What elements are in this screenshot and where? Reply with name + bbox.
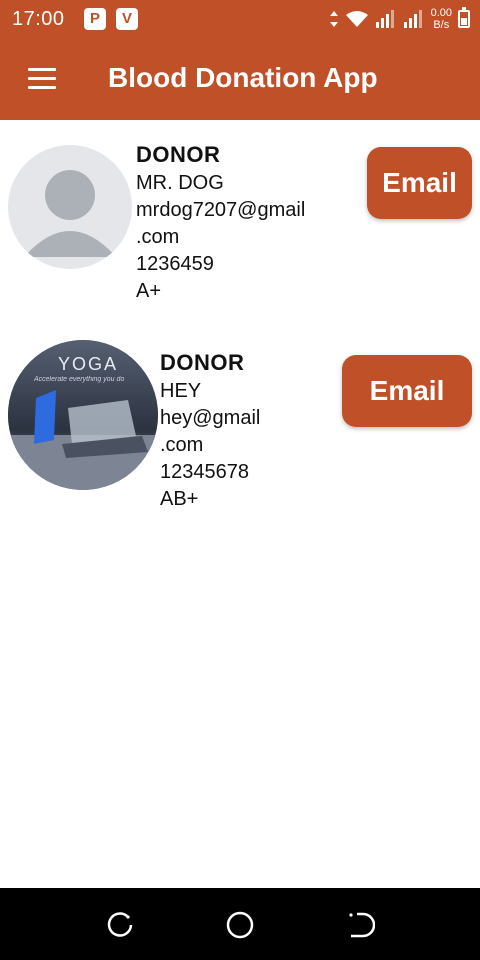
donor-name: MR. DOG <box>136 172 224 194</box>
default-avatar-icon <box>8 145 132 269</box>
email-button[interactable]: Email <box>342 355 472 427</box>
battery-icon <box>458 7 470 28</box>
signal-icon <box>403 10 422 28</box>
donor-name: HEY <box>160 380 202 402</box>
hamburger-menu-icon[interactable] <box>28 68 56 90</box>
signal-icon <box>375 10 394 28</box>
network-speed: 0.00 B/s <box>431 7 452 31</box>
data-transfer-icon <box>329 11 338 27</box>
status-bar: 17:00 P V 0.00 B/s <box>0 0 480 38</box>
status-indicators: 0.00 B/s <box>329 4 470 34</box>
photo-text: YOGA <box>58 354 119 374</box>
donor-info: DONOR HEY hey@gmail .com 12345678 AB+ <box>160 348 260 513</box>
photo-avatar: YOGA Accelerate everything you do <box>8 340 158 490</box>
network-speed-unit: B/s <box>433 19 450 31</box>
recent-apps-icon[interactable] <box>105 910 135 940</box>
app-bar: Blood Donation App <box>0 38 480 120</box>
donor-phone: 1236459 <box>136 253 214 275</box>
donor-email-continued: .com <box>136 226 180 248</box>
navigation-bar <box>0 888 480 960</box>
donor-email-continued: .com <box>160 434 204 456</box>
photo-caption: Accelerate everything you do <box>34 376 125 383</box>
donor-email: hey@gmail <box>160 407 261 429</box>
donor-phone: 12345678 <box>160 461 249 483</box>
notification-app-icon: P <box>84 8 106 30</box>
app-title: Blood Donation App <box>108 62 378 93</box>
back-icon[interactable] <box>345 910 376 940</box>
wifi-icon <box>345 11 368 27</box>
network-speed-value: 0.00 <box>430 7 452 19</box>
donor-role: DONOR <box>160 350 245 375</box>
email-button[interactable]: Email <box>367 147 472 219</box>
notification-app-icon: V <box>116 8 138 30</box>
donor-email: mrdog7207@gmail <box>136 199 306 221</box>
donor-blood-group: A+ <box>136 280 162 302</box>
donor-info: DONOR MR. DOG mrdog7207@gmail .com 12364… <box>136 140 305 305</box>
donor-role: DONOR <box>136 142 221 167</box>
donor-blood-group: AB+ <box>160 488 199 510</box>
status-time: 17:00 <box>12 8 65 30</box>
home-icon[interactable] <box>225 910 255 940</box>
